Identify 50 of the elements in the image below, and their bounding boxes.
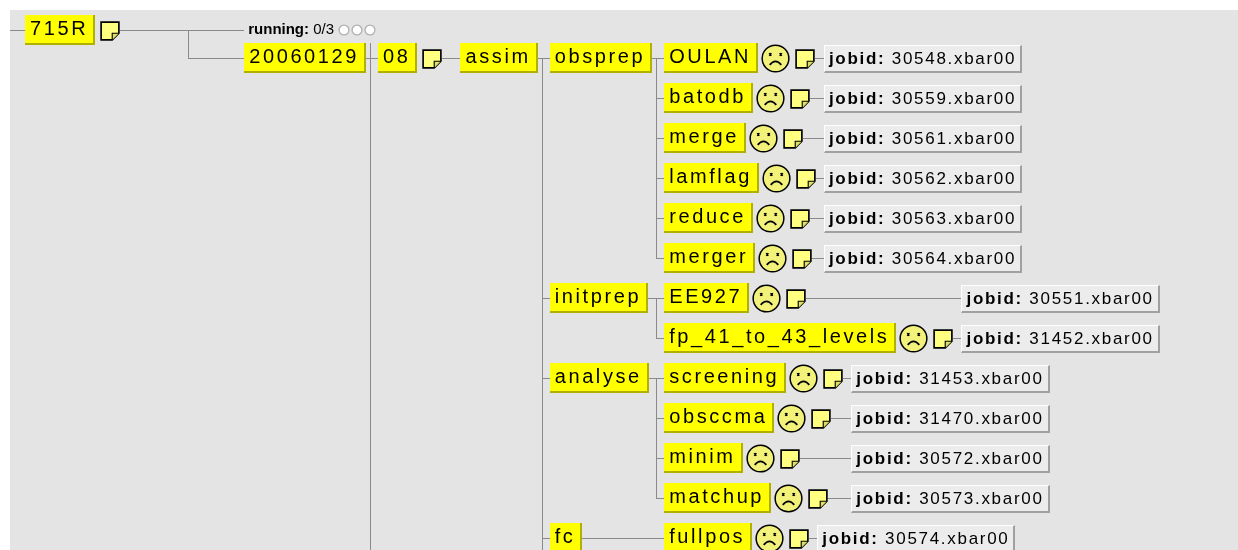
family-node[interactable]: 08 (378, 43, 418, 73)
note-icon[interactable] (823, 369, 844, 389)
jobid-label: jobid: 30573.xbar00 (851, 485, 1050, 513)
task-node[interactable]: obsccma (664, 403, 775, 433)
task-node[interactable]: fullpos (664, 523, 753, 550)
jobid-label: jobid: 30551.xbar00 (961, 285, 1160, 313)
family-node[interactable]: 20060129 (244, 43, 366, 73)
jobid-label: jobid: 30559.xbar00 (823, 85, 1023, 113)
jobid-label: jobid: 30574.xbar00 (817, 525, 1016, 550)
note-icon[interactable] (779, 449, 800, 469)
task-node[interactable]: minim (664, 443, 743, 473)
task-node[interactable]: batodb (664, 83, 753, 113)
jobid-label: jobid: 30548.xbar00 (823, 45, 1023, 73)
task-node[interactable]: screening (664, 363, 787, 393)
task-node[interactable]: merger (664, 243, 756, 273)
jobid-label: jobid: 30572.xbar00 (851, 445, 1050, 473)
jobid-label: jobid: 30561.xbar00 (823, 125, 1023, 153)
task-node[interactable]: EE927 (664, 283, 750, 313)
family-node[interactable]: assim (460, 43, 538, 73)
note-icon[interactable] (811, 409, 832, 429)
jobid-label: jobid: 31470.xbar00 (851, 405, 1050, 433)
task-node[interactable]: OULAN (664, 43, 759, 73)
jobid-label: jobid: 31453.xbar00 (851, 365, 1050, 393)
task-node[interactable]: matchup (664, 483, 772, 513)
family-node[interactable]: fc (549, 523, 583, 550)
note-icon[interactable] (789, 89, 810, 109)
jobid-label: jobid: 30564.xbar00 (823, 245, 1023, 273)
task-node[interactable]: lamflag (664, 163, 759, 193)
note-icon[interactable] (789, 529, 810, 549)
note-icon[interactable] (792, 249, 813, 269)
note-icon[interactable] (795, 169, 816, 189)
jobid-label: jobid: 30563.xbar00 (823, 205, 1023, 233)
family-node[interactable]: analyse (549, 363, 649, 393)
family-node[interactable]: initprep (549, 283, 649, 313)
family-node[interactable]: obsprep (549, 43, 653, 73)
task-node[interactable]: fp_41_to_43_levels (664, 323, 897, 353)
jobid-label: jobid: 30562.xbar00 (823, 165, 1023, 193)
note-icon[interactable] (782, 129, 803, 149)
family-node[interactable]: 715R (25, 15, 96, 45)
jobid-label: jobid: 31452.xbar00 (961, 325, 1160, 353)
running-status: running: 0/3 (247, 19, 336, 39)
note-icon[interactable] (422, 49, 443, 69)
note-icon[interactable] (786, 289, 807, 309)
note-icon[interactable] (808, 489, 829, 509)
note-icon[interactable] (789, 209, 810, 229)
task-node[interactable]: merge (664, 123, 746, 153)
note-icon[interactable] (933, 329, 954, 349)
note-icon[interactable] (795, 49, 816, 69)
task-node[interactable]: reduce (664, 203, 753, 233)
note-icon[interactable] (100, 21, 121, 41)
